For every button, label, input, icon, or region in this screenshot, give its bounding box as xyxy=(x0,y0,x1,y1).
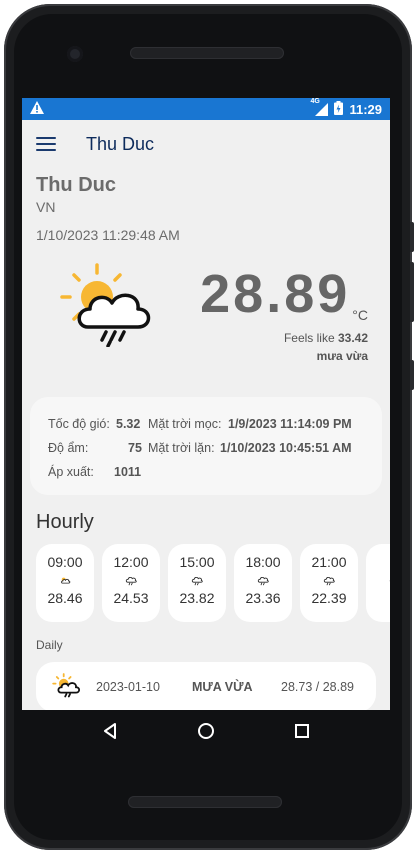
hourly-temp: 2 xyxy=(366,590,390,606)
city-name: Thu Duc xyxy=(36,174,116,196)
hourly-time: 12:00 xyxy=(113,554,149,570)
hourly-temp: 22.39 xyxy=(311,590,347,606)
volume-up-button xyxy=(410,222,414,252)
home-icon[interactable] xyxy=(197,722,215,745)
status-indicators: 4G 11:29 xyxy=(310,98,382,118)
app-bar-title: Thu Duc xyxy=(86,133,155,154)
feels-like: Feels like 33.42 xyxy=(284,331,368,345)
daily-title: Daily xyxy=(36,638,63,652)
hourly-card[interactable]: 02 xyxy=(366,544,390,622)
current-datetime: 1/10/2023 11:29:48 AM xyxy=(36,227,180,243)
hourly-time: 21:00 xyxy=(311,554,347,570)
back-icon[interactable] xyxy=(102,722,118,744)
country-code: VN xyxy=(36,199,56,215)
earpiece-speaker xyxy=(130,47,284,59)
app-screen: 4G 11:29 Thu Duc Thu Duc VN 1/10/2023 11… xyxy=(22,98,390,710)
current-weather: 28.89 °C Feels like 33.42 mưa vừa xyxy=(22,261,390,377)
battery-icon xyxy=(334,100,344,118)
signal-icon: 4G xyxy=(310,98,329,116)
temperature-value: 28.89 xyxy=(200,264,351,324)
partly-cloudy-rain-icon xyxy=(52,672,82,702)
feels-like-value: 33.42 xyxy=(337,331,368,345)
hourly-card[interactable]: 12:00 24.53 xyxy=(102,544,160,622)
hourly-temp: 23.82 xyxy=(179,590,215,606)
sunset-value: 1/10/2023 10:45:51 AM xyxy=(220,441,352,455)
hourly-forecast-list[interactable]: 09:00 28.46 12:00 24.53 15:00 23.82 18:00 23.36… xyxy=(36,544,390,622)
sunset-label: Mặt trời lặn: xyxy=(148,441,215,455)
recents-icon[interactable] xyxy=(294,723,310,744)
daily-forecast-list: 2023-01-10 MƯA VỪA 28.73 / 28.89 xyxy=(22,662,390,710)
details-card: Tốc độ gió: 5.32 Mặt trời mọc: 1/9/2023 … xyxy=(30,397,382,495)
rain-cloud-icon xyxy=(366,570,390,590)
daily-condition: MƯA VỪA xyxy=(191,680,253,694)
humidity-value: 75 xyxy=(128,441,142,455)
volume-down-button xyxy=(410,262,414,322)
pressure-value: 1011 xyxy=(114,465,142,479)
weather-description: mưa vừa xyxy=(316,349,368,363)
wind-label: Tốc độ gió: xyxy=(48,417,110,431)
app-bar: Thu Duc xyxy=(22,120,390,168)
hourly-time: 15:00 xyxy=(179,554,215,570)
pressure-label: Áp xuất: xyxy=(48,465,94,479)
status-time: 11:29 xyxy=(349,101,382,117)
daily-row[interactable]: 2023-01-10 MƯA VỪA 28.73 / 28.89 xyxy=(36,662,376,710)
hourly-card[interactable]: 09:00 28.46 xyxy=(36,544,94,622)
sunrise-label: Mặt trời mọc: xyxy=(148,417,222,431)
hourly-card[interactable]: 21:00 22.39 xyxy=(300,544,358,622)
system-nav-bar xyxy=(22,710,390,756)
temperature-display: 28.89 °C xyxy=(200,267,368,323)
hourly-temp: 28.46 xyxy=(47,590,83,606)
hourly-time: 18:00 xyxy=(245,554,281,570)
feels-like-label: Feels like xyxy=(283,331,335,345)
power-button xyxy=(410,360,414,390)
hourly-temp: 23.36 xyxy=(245,590,281,606)
front-camera xyxy=(67,46,83,62)
hourly-time: 09:00 xyxy=(47,554,83,570)
sunrise-value: 1/9/2023 11:14:09 PM xyxy=(228,417,352,431)
status-bar: 4G 11:29 xyxy=(22,98,390,120)
bottom-speaker xyxy=(128,796,282,808)
hourly-title: Hourly xyxy=(36,511,94,533)
humidity-label: Độ ẩm: xyxy=(48,441,89,455)
daily-temp-range: 28.73 / 28.89 xyxy=(281,680,354,694)
hourly-time: 0 xyxy=(366,554,390,570)
daily-date: 2023-01-10 xyxy=(96,680,160,694)
partly-cloudy-rain-icon xyxy=(36,570,94,590)
rain-cloud-icon xyxy=(300,570,358,590)
hourly-card[interactable]: 15:00 23.82 xyxy=(168,544,226,622)
wind-value: 5.32 xyxy=(116,417,141,431)
partly-cloudy-rain-icon xyxy=(58,263,158,352)
hourly-card[interactable]: 18:00 23.36 xyxy=(234,544,292,622)
hamburger-menu-icon[interactable] xyxy=(36,137,56,151)
warning-icon xyxy=(30,101,44,117)
temperature-unit: °C xyxy=(352,307,368,323)
rain-cloud-icon xyxy=(102,570,160,590)
hourly-temp: 24.53 xyxy=(113,590,149,606)
rain-cloud-icon xyxy=(234,570,292,590)
rain-cloud-icon xyxy=(168,570,226,590)
